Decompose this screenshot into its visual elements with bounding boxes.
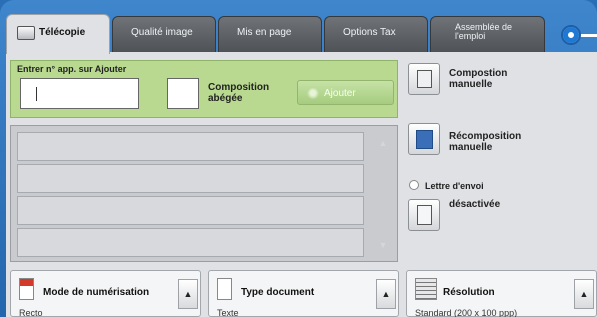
tab-options-tax[interactable]: Options Tax <box>324 16 428 54</box>
scroll-down-button[interactable]: ▼ <box>370 232 396 258</box>
scan-mode-icon <box>19 278 34 300</box>
document-type-title: Type document <box>241 287 315 298</box>
tab-label: Qualité image <box>131 27 193 38</box>
list-item[interactable] <box>17 196 364 225</box>
entry-label: Entrer n° app. sur Ajouter <box>17 64 127 74</box>
list-item[interactable] <box>17 132 364 161</box>
connector-line <box>579 34 597 37</box>
list-item[interactable] <box>17 228 364 257</box>
resolution-arrow-button[interactable]: ▲ <box>574 279 594 309</box>
cover-letter-radio-icon <box>409 180 419 190</box>
scroll-up-button[interactable]: ▲ <box>370 130 396 156</box>
recipient-list: ▲ ▼ <box>10 125 398 262</box>
document-type-value: Texte <box>217 308 239 317</box>
document-type-option[interactable]: Type document Texte ▲ <box>208 270 399 317</box>
tab-label: Options Tax <box>343 27 396 38</box>
document-type-arrow-button[interactable]: ▲ <box>376 279 396 309</box>
scan-mode-value: Recto <box>19 308 43 317</box>
tab-qualite-image[interactable]: Qualité image <box>112 16 216 54</box>
fax-number-input[interactable] <box>20 78 139 109</box>
document-icon <box>417 205 432 225</box>
status-dot-icon <box>561 25 581 45</box>
tab-label: Assemblée de l'emploi <box>455 22 513 41</box>
keypad-icon <box>417 70 432 88</box>
scan-mode-option[interactable]: Mode de numérisation Recto ▲ <box>10 270 201 317</box>
redial-icon <box>416 130 433 149</box>
manual-recompose-label: Récomposition manuelle <box>449 131 522 153</box>
fax-icon <box>17 26 35 40</box>
entry-area: Entrer n° app. sur Ajouter Composition a… <box>10 60 398 118</box>
manual-compose-label: Compostion manuelle <box>449 68 508 90</box>
add-button[interactable]: Ajouter <box>297 80 394 105</box>
tab-label: Télécopie <box>39 27 86 38</box>
manual-recompose-button[interactable] <box>408 123 440 155</box>
tab-label: Mis en page <box>237 27 292 38</box>
cover-letter-value: désactivée <box>449 199 501 210</box>
resolution-option[interactable]: Résolution Standard (200 x 100 ppp) ▲ <box>406 270 597 317</box>
resolution-title: Résolution <box>443 287 495 298</box>
resolution-value: Standard (200 x 100 ppp) <box>415 308 518 317</box>
add-button-label: Ajouter <box>324 88 356 99</box>
document-type-icon <box>217 278 232 300</box>
scan-mode-title: Mode de numérisation <box>43 287 150 298</box>
abbreviated-dial-checkbox[interactable] <box>167 78 199 109</box>
tab-assemblee-emploi[interactable]: Assemblée de l'emploi <box>430 16 545 54</box>
abbreviated-dial-label: Composition abégée <box>208 82 270 104</box>
tab-telecopie[interactable]: Télécopie <box>6 14 110 54</box>
list-item[interactable] <box>17 164 364 193</box>
plus-icon <box>307 87 319 99</box>
resolution-grid-icon <box>415 278 437 300</box>
text-cursor <box>36 87 37 101</box>
cover-letter-title: Lettre d'envoi <box>425 181 484 191</box>
scan-mode-arrow-button[interactable]: ▲ <box>178 279 198 309</box>
tab-mise-en-page[interactable]: Mis en page <box>218 16 322 54</box>
cover-letter-button[interactable] <box>408 199 440 231</box>
manual-compose-button[interactable] <box>408 63 440 95</box>
